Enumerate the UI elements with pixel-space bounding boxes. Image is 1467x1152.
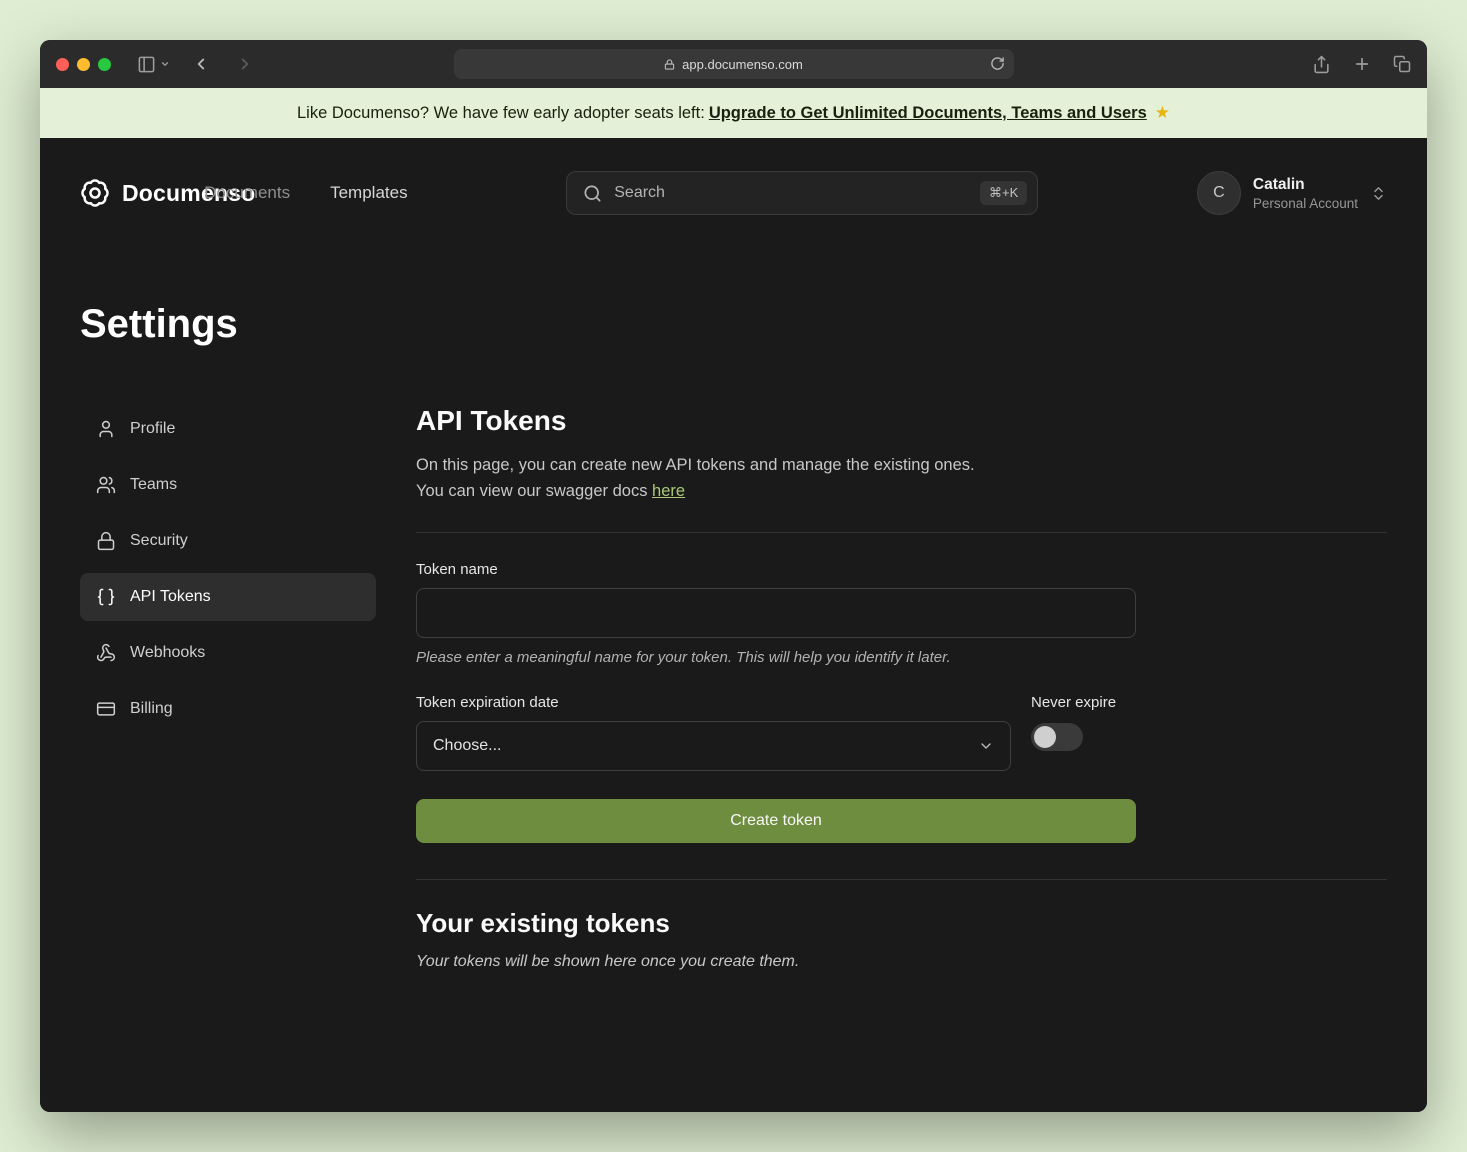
- sidebar-item-profile[interactable]: Profile: [80, 405, 376, 453]
- zoom-window-button[interactable]: [98, 58, 111, 71]
- user-icon: [96, 419, 116, 439]
- close-window-button[interactable]: [56, 58, 69, 71]
- existing-tokens-empty-text: Your tokens will be shown here once you …: [416, 953, 1387, 971]
- never-expire-toggle[interactable]: [1031, 723, 1083, 751]
- user-account-type: Personal Account: [1253, 196, 1358, 211]
- main-nav: Documents Templates: [204, 183, 407, 203]
- sidebar-chevron-down-icon[interactable]: [160, 59, 170, 69]
- tab-overview-icon[interactable]: [1393, 55, 1411, 73]
- star-icon: ★: [1155, 103, 1170, 123]
- account-menu[interactable]: C Catalin Personal Account: [1197, 171, 1387, 215]
- nav-documents[interactable]: Documents: [204, 183, 290, 203]
- chevron-down-icon: [978, 738, 994, 754]
- new-tab-icon[interactable]: [1353, 55, 1371, 73]
- sidebar-item-label: Profile: [130, 420, 175, 438]
- api-tokens-panel: API Tokens On this page, you can create …: [416, 405, 1387, 971]
- section-description-line1: On this page, you can create new API tok…: [416, 456, 975, 474]
- documenso-logo-icon: [80, 178, 110, 208]
- sidebar-item-label: Security: [130, 532, 188, 550]
- reload-icon[interactable]: [990, 56, 1005, 71]
- promo-banner-text: Like Documenso? We have few early adopte…: [297, 104, 705, 123]
- create-token-button[interactable]: Create token: [416, 799, 1136, 843]
- search-icon: [583, 184, 602, 203]
- user-name: Catalin: [1253, 176, 1358, 194]
- swagger-docs-link[interactable]: here: [652, 482, 685, 500]
- app-header: Documenso Documents Templates ⌘+K C Cata…: [80, 138, 1387, 248]
- chevrons-up-down-icon: [1370, 185, 1387, 202]
- search-bar[interactable]: ⌘+K: [566, 171, 1038, 215]
- settings-sidebar: Profile Teams Security: [80, 405, 376, 971]
- divider: [416, 532, 1387, 533]
- sidebar-item-webhooks[interactable]: Webhooks: [80, 629, 376, 677]
- search-shortcut-badge: ⌘+K: [980, 181, 1027, 205]
- existing-tokens-title: Your existing tokens: [416, 908, 1387, 939]
- lock-icon: [664, 59, 675, 70]
- address-bar-url: app.documenso.com: [682, 57, 803, 72]
- token-name-label: Token name: [416, 561, 1136, 578]
- sidebar-item-label: Teams: [130, 476, 177, 494]
- promo-banner: Like Documenso? We have few early adopte…: [40, 88, 1427, 138]
- nav-templates[interactable]: Templates: [330, 183, 407, 203]
- braces-icon: [96, 587, 116, 607]
- sidebar-item-security[interactable]: Security: [80, 517, 376, 565]
- browser-window: app.documenso.com Like Documenso? We hav…: [40, 40, 1427, 1112]
- app-content: Documenso Documents Templates ⌘+K C Cata…: [40, 138, 1427, 1112]
- sidebar-item-teams[interactable]: Teams: [80, 461, 376, 509]
- credit-card-icon: [96, 699, 116, 719]
- address-bar[interactable]: app.documenso.com: [454, 49, 1014, 79]
- back-button[interactable]: [192, 55, 210, 73]
- traffic-lights: [56, 58, 111, 71]
- page-title: Settings: [80, 302, 1387, 347]
- token-expiration-select[interactable]: Choose...: [416, 721, 1011, 771]
- browser-titlebar: app.documenso.com: [40, 40, 1427, 88]
- token-name-input[interactable]: [416, 588, 1136, 638]
- section-description-line2: You can view our swagger docs: [416, 482, 652, 500]
- webhook-icon: [96, 643, 116, 663]
- sidebar-toggle-icon[interactable]: [137, 55, 156, 74]
- sidebar-item-label: API Tokens: [130, 588, 211, 606]
- section-description: On this page, you can create new API tok…: [416, 453, 1387, 504]
- token-expiration-label: Token expiration date: [416, 694, 1011, 711]
- minimize-window-button[interactable]: [77, 58, 90, 71]
- never-expire-label: Never expire: [1031, 694, 1136, 711]
- divider: [416, 879, 1387, 880]
- sidebar-item-billing[interactable]: Billing: [80, 685, 376, 733]
- sidebar-item-label: Billing: [130, 700, 173, 718]
- sidebar-item-label: Webhooks: [130, 644, 205, 662]
- lock-icon: [96, 531, 116, 551]
- token-name-help: Please enter a meaningful name for your …: [416, 649, 1136, 666]
- share-icon[interactable]: [1312, 55, 1331, 74]
- forward-button[interactable]: [236, 55, 254, 73]
- search-input[interactable]: [614, 184, 968, 202]
- upgrade-link[interactable]: Upgrade to Get Unlimited Documents, Team…: [709, 104, 1147, 123]
- section-title: API Tokens: [416, 405, 1387, 437]
- toggle-knob: [1034, 726, 1056, 748]
- users-icon: [96, 475, 116, 495]
- sidebar-item-api-tokens[interactable]: API Tokens: [80, 573, 376, 621]
- token-expiration-value: Choose...: [433, 737, 501, 755]
- avatar: C: [1197, 171, 1241, 215]
